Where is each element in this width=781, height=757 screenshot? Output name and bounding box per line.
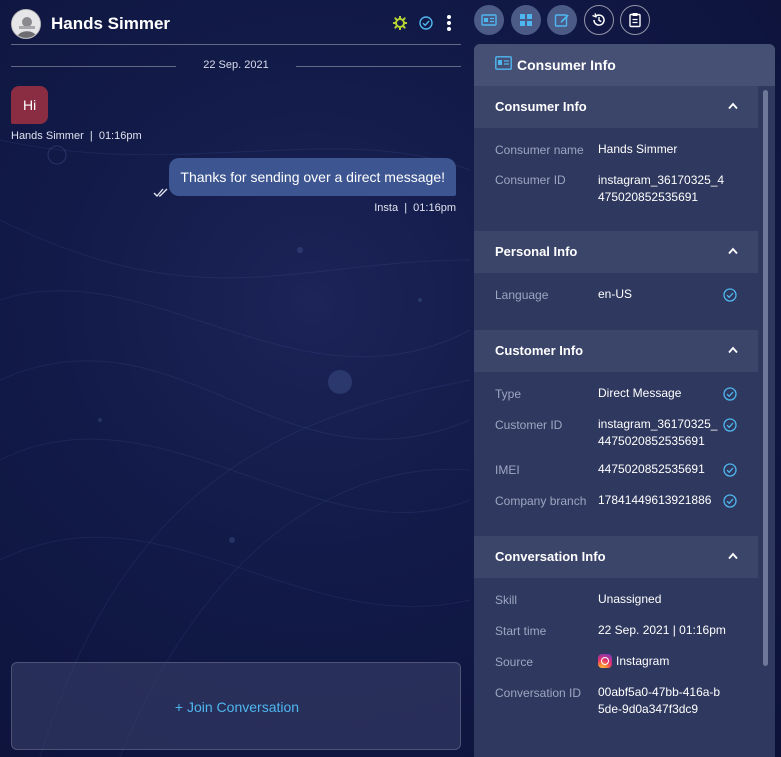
consumer-info-panel: Consumer Info Consumer Info Consumer nam… [474,44,775,757]
verified-check-icon[interactable] [723,418,737,432]
row-label: Consumer name [495,143,584,157]
row-value: instagram_36170325_4475020852535691 [598,417,718,448]
chevron-up-icon[interactable] [728,102,738,110]
section-consumer-info[interactable]: Consumer Info [474,86,758,128]
section-title: Conversation Info [495,549,606,564]
row-value: 17841449613921886 [598,493,712,507]
id-card-icon [481,14,497,26]
instagram-icon [598,654,612,668]
row-value: Unassigned [598,592,662,606]
verified-check-icon[interactable] [723,463,737,477]
side-toolbar [474,5,654,35]
chevron-up-icon[interactable] [728,247,738,255]
date-divider: 22 Sep. 2021 [11,58,461,74]
row-label: Consumer ID [495,173,566,187]
verified-check-icon[interactable] [723,288,737,302]
gear-icon[interactable] [393,16,407,30]
outgoing-message: Thanks for sending over a direct message… [169,158,456,196]
source-label: Instagram [616,654,670,668]
panel-scrollbar[interactable] [763,90,768,666]
incoming-message: Hi [11,86,49,124]
avatar[interactable] [11,9,41,39]
row-label: IMEI [495,463,520,477]
edit-button[interactable] [547,5,577,35]
chevron-up-icon[interactable] [728,552,738,560]
chat-panel: Hands Simmer 22 Sep. 2021 Hi Hands Simme… [0,0,470,757]
row-value: 22 Sep. 2021 | 01:16pm [598,623,726,637]
row-label: Start time [495,624,547,638]
user-avatar-icon [12,10,40,38]
join-conversation-button[interactable]: + Join Conversation [12,663,462,751]
row-value: en-US [598,287,633,301]
read-receipt-icon [153,188,168,197]
row-value-source: Instagram [598,653,726,670]
check-circle-icon[interactable] [419,16,433,30]
contact-name: Hands Simmer [51,14,171,33]
clipboard-icon [629,13,641,28]
outgoing-message-meta: Insta | 01:16pm [374,202,456,214]
section-personal-info[interactable]: Personal Info [474,231,758,273]
row-label: Company branch [495,494,587,508]
section-customer-info[interactable]: Customer Info [474,330,758,372]
section-title: Consumer Info [495,99,587,114]
row-label: Customer ID [495,418,563,432]
row-label: Language [495,288,549,302]
section-conversation-info[interactable]: Conversation Info [474,536,758,578]
row-value: instagram_36170325_4475020852535691 [598,173,725,204]
join-conversation-area: + Join Conversation [11,662,461,750]
row-value: 00abf5a0-47bb-416a-b5de-9d0a347f3dc9 [598,685,721,716]
section-title: Customer Info [495,343,584,358]
date-divider-label: 22 Sep. 2021 [203,59,269,71]
id-card-icon [495,56,512,70]
verified-check-icon[interactable] [723,494,737,508]
row-label: Source [495,655,534,669]
network-icon [520,14,532,26]
id-card-button[interactable] [474,5,504,35]
history-icon [592,13,605,26]
row-value: Hands Simmer [598,142,678,156]
verified-check-icon[interactable] [723,387,737,401]
panel-header: Consumer Info [474,44,775,86]
row-value: 4475020852535691 [598,462,705,476]
chevron-up-icon[interactable] [728,346,738,354]
clipboard-button[interactable] [620,5,650,35]
edit-icon [554,14,569,27]
panel-title: Consumer Info [517,57,616,73]
more-options-icon[interactable] [445,14,453,34]
row-label: Type [495,387,522,401]
row-label: Skill [495,593,518,607]
row-label: Conversation ID [495,686,582,700]
network-button[interactable] [511,5,541,35]
section-title: Personal Info [495,244,578,259]
incoming-message-meta: Hands Simmer | 01:16pm [11,130,142,142]
chat-header: Hands Simmer [11,6,461,45]
history-button[interactable] [584,5,614,35]
row-value: Direct Message [598,386,682,400]
